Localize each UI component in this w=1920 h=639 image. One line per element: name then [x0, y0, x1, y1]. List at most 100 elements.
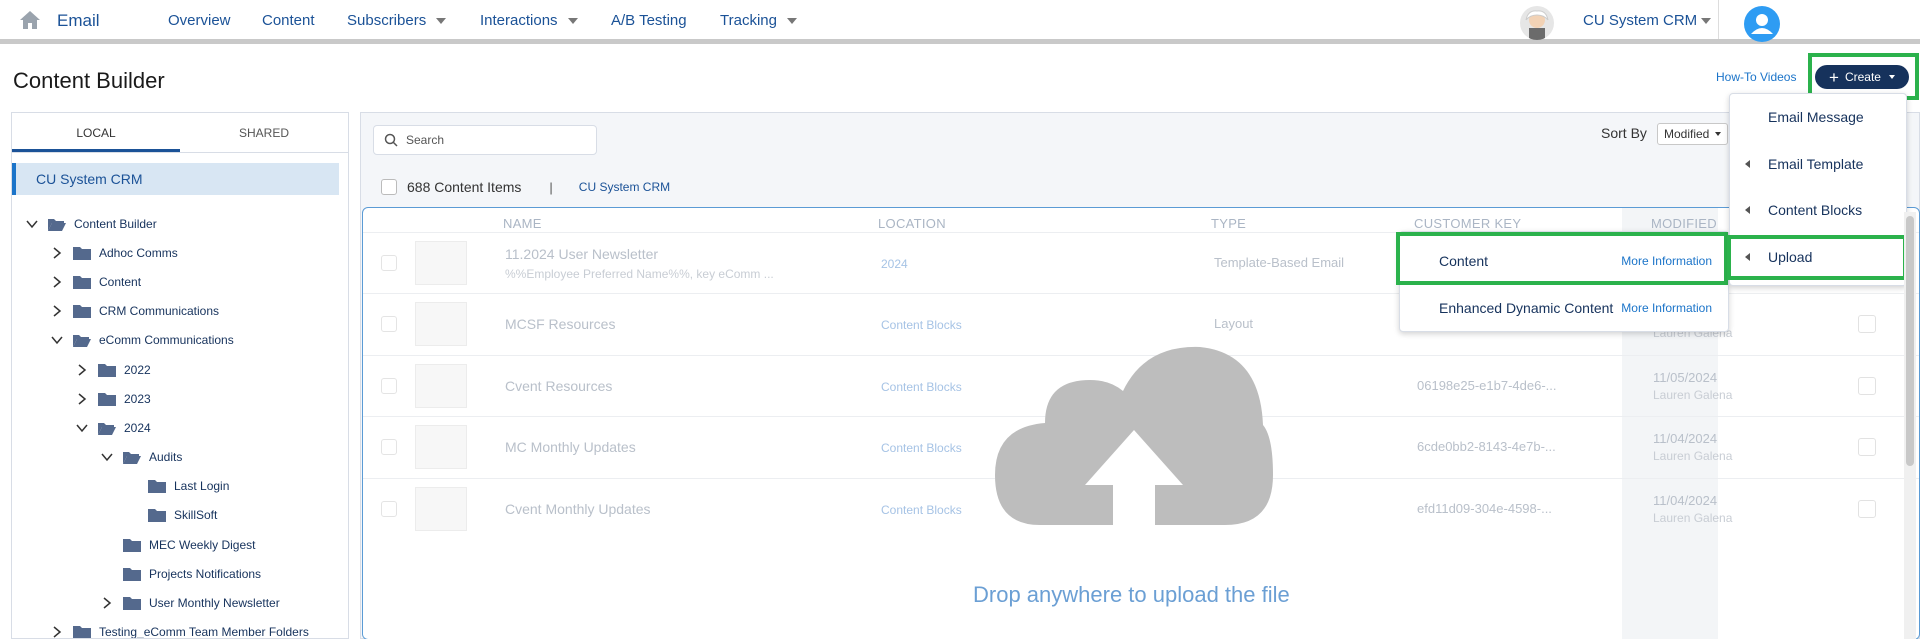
- content-thumbnail: [415, 302, 467, 347]
- chevron-down-icon[interactable]: [51, 334, 63, 346]
- column-customer-key[interactable]: CUSTOMER KEY: [1414, 216, 1521, 231]
- row-customer-key: 06198e25-e1b7-4de6-...: [1417, 377, 1557, 393]
- row-actions-menu[interactable]: [1858, 376, 1876, 395]
- select-all-checkbox[interactable]: [381, 179, 397, 195]
- sort-by-select[interactable]: Modified: [1657, 123, 1729, 145]
- row-checkbox[interactable]: [381, 439, 397, 456]
- chevron-down-icon[interactable]: [76, 422, 88, 434]
- folder-icon: [73, 246, 91, 260]
- nav-divider: [1718, 0, 1719, 39]
- folder-tree-item[interactable]: eComm Communications: [12, 326, 348, 355]
- scrollbar[interactable]: [1904, 212, 1916, 639]
- row-customer-key: 6cde0bb2-8143-4e7b-...: [1417, 439, 1556, 455]
- chevron-right-icon[interactable]: [51, 626, 63, 638]
- folder-tree-item[interactable]: 2023: [12, 384, 348, 413]
- business-unit-switcher[interactable]: CU System CRM: [1583, 12, 1712, 29]
- column-modified[interactable]: MODIFIED: [1651, 216, 1717, 231]
- chevron-right-icon[interactable]: [76, 363, 88, 376]
- nav-tracking[interactable]: Tracking: [720, 12, 797, 29]
- tab-local[interactable]: LOCAL: [12, 113, 180, 152]
- folder-tree-item[interactable]: Audits: [12, 443, 348, 472]
- chevron-down-icon[interactable]: [101, 451, 113, 463]
- row-checkbox[interactable]: [381, 316, 397, 333]
- nav-ab-testing[interactable]: A/B Testing: [611, 12, 687, 29]
- folder-tree-item[interactable]: MEC Weekly Digest: [12, 530, 348, 559]
- folder-open-icon: [123, 452, 141, 465]
- page-title: Content Builder: [13, 68, 165, 93]
- row-actions-menu[interactable]: [1858, 438, 1876, 457]
- upload-highlight-box: [1727, 235, 1907, 280]
- row-location[interactable]: 2024: [881, 257, 908, 271]
- nav-interactions[interactable]: Interactions: [480, 12, 578, 29]
- row-checkbox[interactable]: [381, 255, 397, 271]
- folder-tree-item[interactable]: Projects Notifications: [12, 559, 348, 588]
- folder-icon: [148, 480, 166, 494]
- chevron-down-icon: [1701, 17, 1712, 24]
- column-type[interactable]: TYPE: [1211, 216, 1246, 231]
- row-name[interactable]: Cvent Monthly Updates: [505, 501, 651, 517]
- row-location[interactable]: Content Blocks: [881, 503, 962, 517]
- content-highlight-box: [1396, 232, 1728, 285]
- row-checkbox[interactable]: [381, 377, 397, 394]
- row-modified-author: Lauren Galena: [1653, 449, 1733, 464]
- folder-tree-item[interactable]: SkillSoft: [12, 501, 348, 530]
- row-actions-menu[interactable]: [1858, 499, 1876, 518]
- folder-tree-item[interactable]: User Monthly Newsletter: [12, 588, 348, 617]
- folder-tree-item[interactable]: Adhoc Comms: [12, 238, 348, 267]
- folder-tree-item[interactable]: 2022: [12, 355, 348, 384]
- folder-open-icon: [73, 335, 91, 348]
- user-avatar[interactable]: [1744, 6, 1780, 42]
- chevron-left-icon: [1745, 160, 1750, 168]
- search-input[interactable]: Search: [373, 125, 597, 155]
- cloud-upload-icon: [995, 346, 1273, 530]
- plus-icon: +: [1829, 67, 1839, 87]
- folder-tree-item[interactable]: Testing_eComm Team Member Folders: [12, 618, 348, 638]
- how-to-videos-link[interactable]: How-To Videos: [1716, 70, 1796, 84]
- scrollbar-thumb[interactable]: [1906, 216, 1914, 466]
- chevron-right-icon[interactable]: [51, 305, 63, 317]
- folder-tree-item[interactable]: Content: [12, 267, 348, 296]
- nav-content[interactable]: Content: [262, 12, 315, 29]
- create-button[interactable]: + Create: [1815, 65, 1909, 89]
- row-location[interactable]: Content Blocks: [881, 441, 962, 455]
- nav-subscribers[interactable]: Subscribers: [347, 12, 447, 29]
- chevron-down-icon[interactable]: [26, 218, 38, 230]
- row-name[interactable]: 11.2024 User Newsletter: [505, 246, 658, 262]
- row-type: Template-Based Email: [1214, 255, 1345, 270]
- content-thumbnail: [415, 241, 467, 285]
- content-thumbnail: [415, 363, 467, 408]
- row-name[interactable]: Cvent Resources: [505, 378, 612, 394]
- folder-icon: [73, 626, 91, 638]
- menu-email-template[interactable]: Email Template: [1730, 141, 1906, 187]
- column-location[interactable]: LOCATION: [878, 216, 946, 231]
- chevron-right-icon[interactable]: [51, 247, 63, 259]
- folder-tree-item[interactable]: CRM Communications: [12, 297, 348, 326]
- home-icon[interactable]: [18, 8, 42, 32]
- folder-tree-item[interactable]: 2024: [12, 413, 348, 442]
- row-location[interactable]: Content Blocks: [881, 318, 962, 332]
- folder-icon: [148, 509, 166, 523]
- selected-business-unit[interactable]: CU System CRM: [12, 163, 339, 195]
- nav-overview[interactable]: Overview: [168, 12, 231, 29]
- upload-enhanced-dynamic-content-item[interactable]: Enhanced Dynamic Content More Informatio…: [1400, 284, 1728, 332]
- more-information-link[interactable]: More Information: [1621, 301, 1712, 315]
- tab-shared[interactable]: SHARED: [180, 113, 348, 152]
- app-title[interactable]: Email: [57, 11, 100, 31]
- menu-email-message[interactable]: Email Message: [1730, 94, 1906, 140]
- row-name[interactable]: MCSF Resources: [505, 316, 615, 332]
- row-modified-author: Lauren Galena: [1653, 510, 1733, 525]
- row-actions-menu[interactable]: [1858, 315, 1876, 334]
- menu-content-blocks[interactable]: Content Blocks: [1730, 187, 1906, 233]
- column-name[interactable]: NAME: [503, 216, 542, 231]
- row-name[interactable]: MC Monthly Updates: [505, 439, 636, 455]
- chevron-right-icon[interactable]: [51, 276, 63, 288]
- folder-tree-item[interactable]: Content Builder: [12, 209, 348, 238]
- chevron-right-icon[interactable]: [76, 393, 88, 405]
- folder-tree-item[interactable]: Last Login: [12, 472, 348, 501]
- chevron-right-icon[interactable]: [101, 597, 113, 609]
- row-checkbox[interactable]: [381, 500, 397, 517]
- row-location[interactable]: Content Blocks: [881, 380, 962, 394]
